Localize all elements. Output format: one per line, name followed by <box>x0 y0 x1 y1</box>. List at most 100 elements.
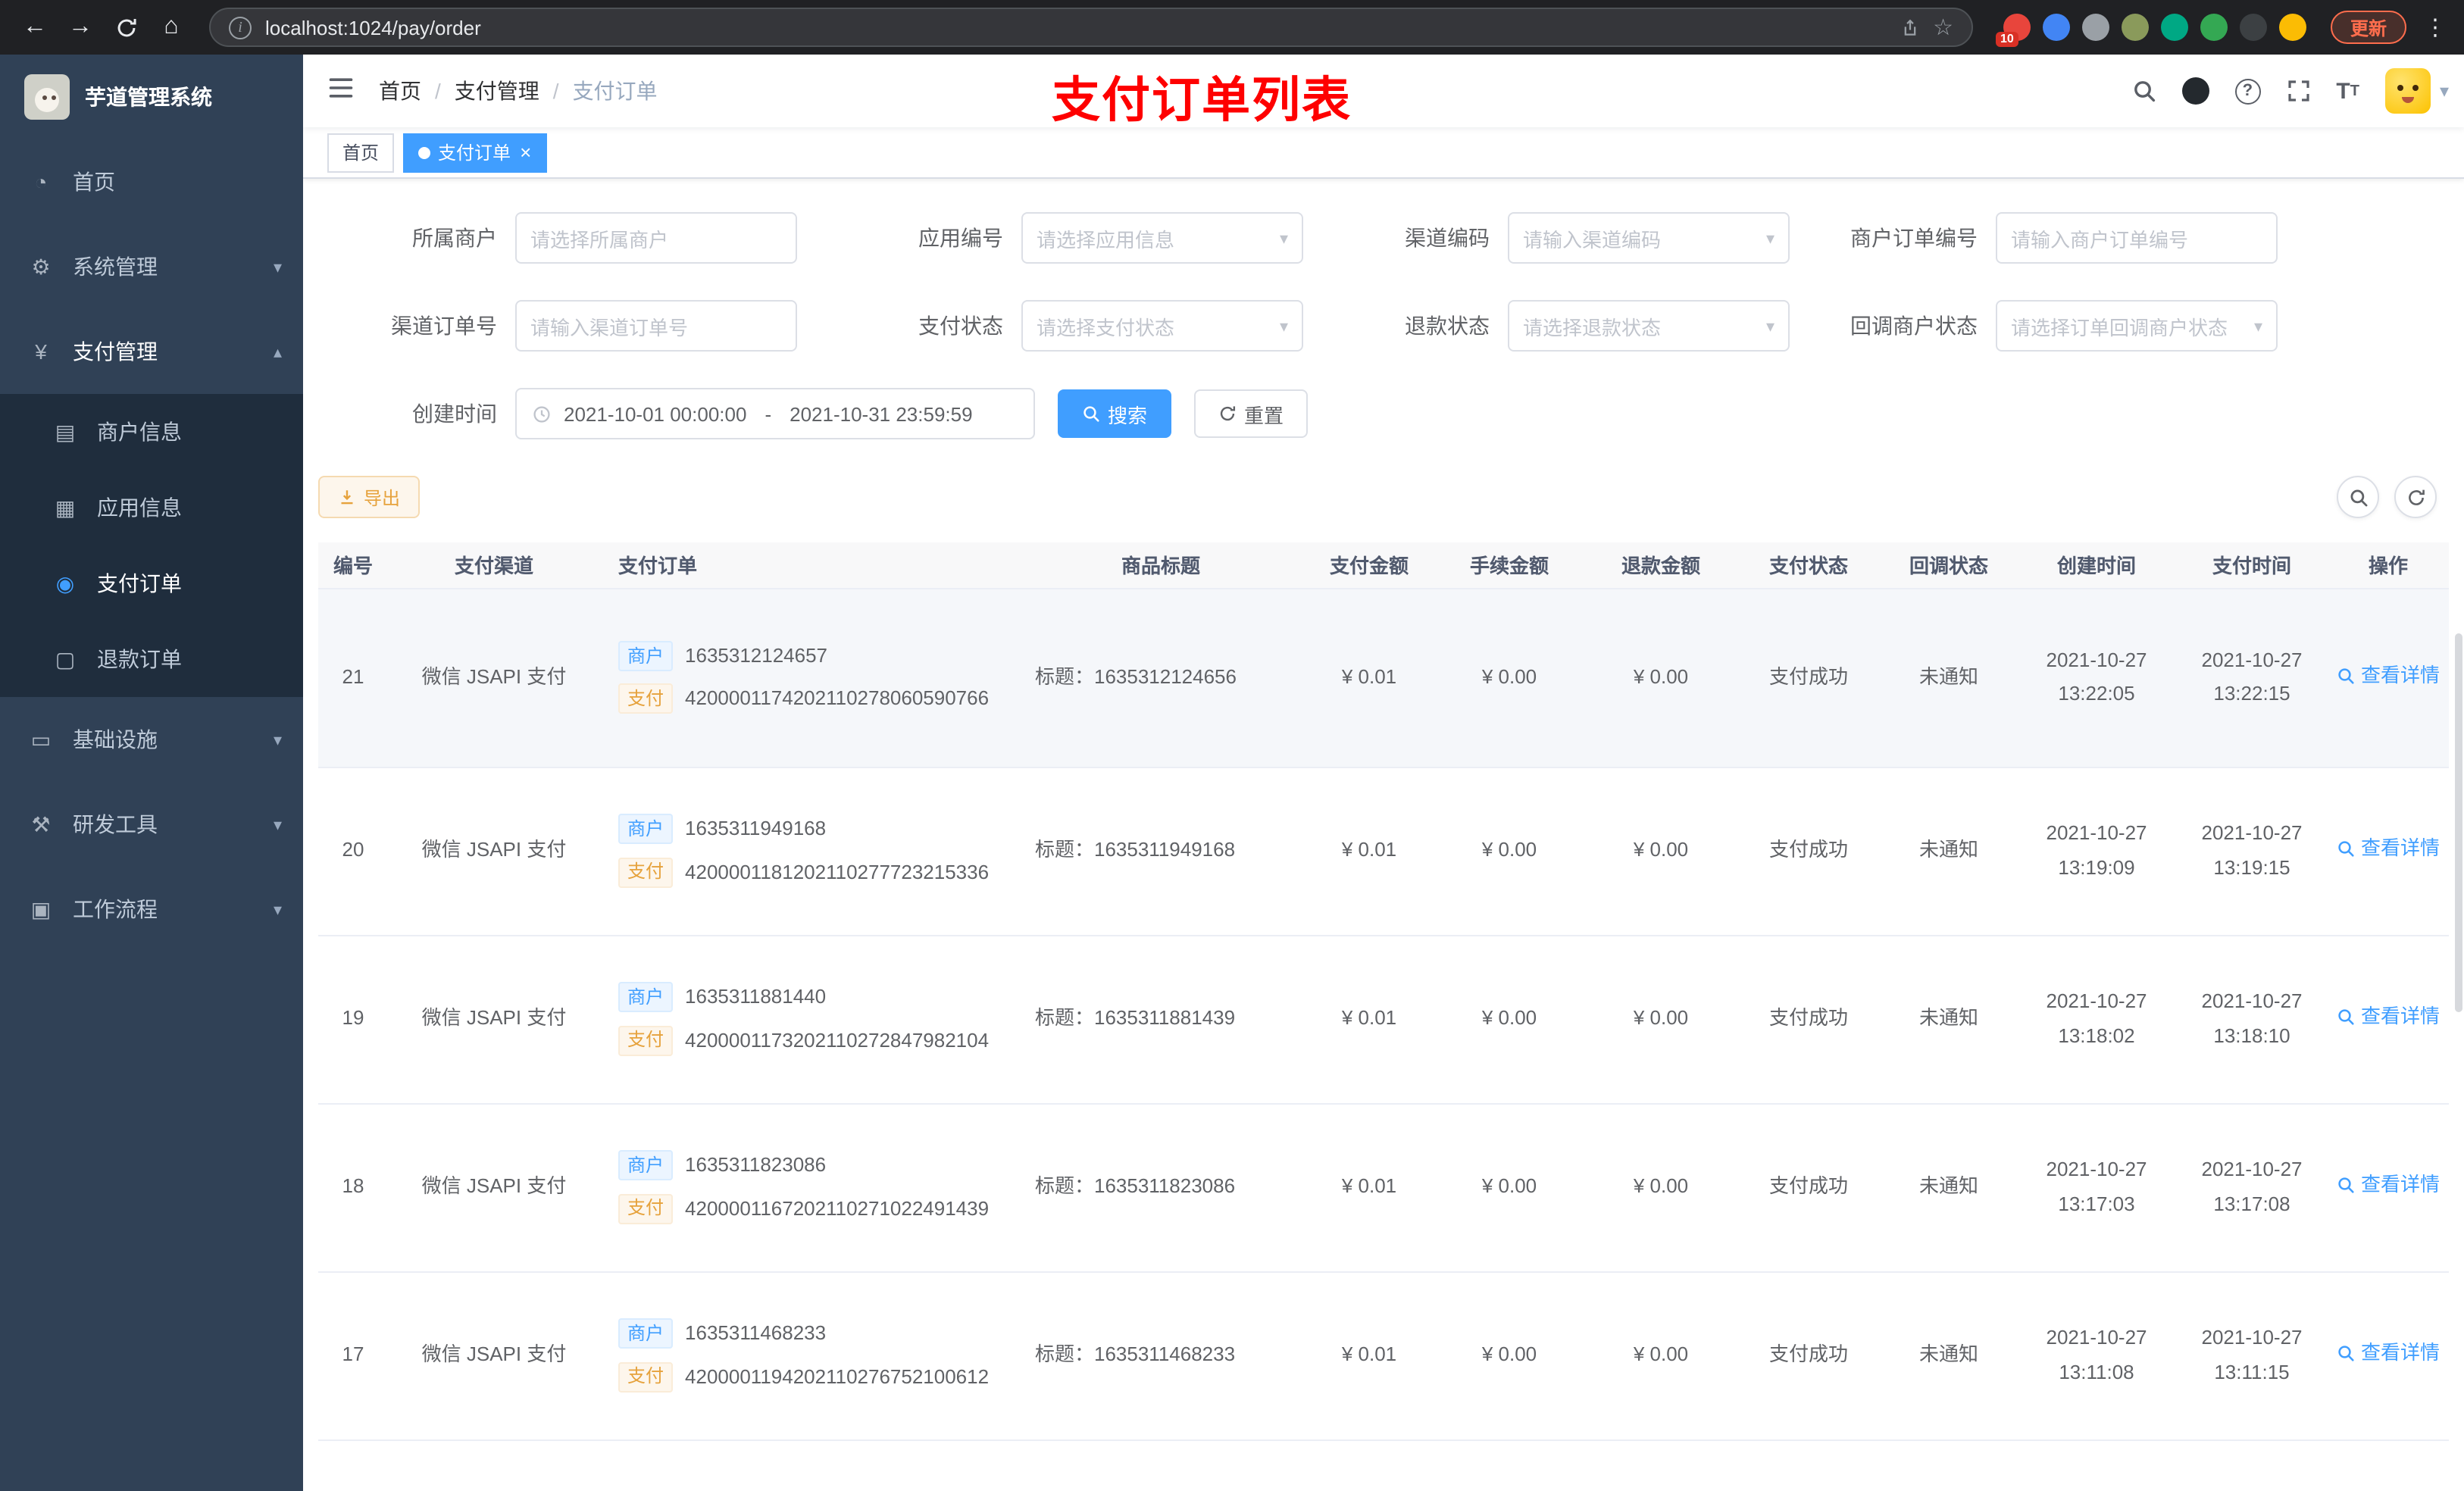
document-icon: ▢ <box>55 646 76 670</box>
extension-green-icon[interactable] <box>2200 14 2228 41</box>
annotation-title: 支付订单列表 <box>1051 73 1352 127</box>
sidebar-item-system[interactable]: ⚙ 系统管理 ▾ <box>0 224 303 309</box>
browser-menu-icon[interactable]: ⋮ <box>2422 8 2449 47</box>
sidebar-item-merchant-info[interactable]: ▤ 商户信息 <box>0 394 303 470</box>
app-logo[interactable]: 芋道管理系统 <box>0 55 303 139</box>
refund-status-select[interactable]: 请选择退款状态 ▾ <box>1508 300 1790 352</box>
breadcrumb-item[interactable]: 首页 <box>379 76 421 106</box>
reset-icon <box>1218 405 1237 423</box>
github-icon[interactable] <box>2181 77 2209 105</box>
bookmark-star-icon[interactable]: ☆ <box>1933 14 1953 41</box>
view-detail-link[interactable]: 查看详情 <box>2337 833 2440 866</box>
order-row: 商户1635311157 <box>318 1439 2449 1491</box>
sidebar-item-devtools[interactable]: ⚒ 研发工具 ▾ <box>0 782 303 867</box>
gear-icon: ⚙ <box>31 254 51 278</box>
fullscreen-icon[interactable] <box>2286 79 2310 103</box>
pay-tag: 支付 <box>618 1193 674 1224</box>
browser-home-icon[interactable]: ⌂ <box>152 8 191 47</box>
sidebar-item-refund-order[interactable]: ▢ 退款订单 <box>0 621 303 697</box>
browser-refresh-icon[interactable] <box>106 8 145 47</box>
filter-field-merchant-order-no: 商户订单编号 请输入商户订单编号 <box>1790 212 2278 264</box>
sidebar-item-pay-order[interactable]: ◉ 支付订单 <box>0 545 303 621</box>
search-icon <box>1082 405 1100 423</box>
app-title: 芋道管理系统 <box>85 85 212 109</box>
font-size-icon[interactable]: TT <box>2336 78 2359 104</box>
header-actions: ? TT ▾ <box>2106 55 2449 127</box>
view-detail-link[interactable]: 查看详情 <box>2337 659 2440 692</box>
chevron-down-icon: ▾ <box>1279 230 1288 248</box>
sidebar-item-app-info[interactable]: ▦ 应用信息 <box>0 470 303 545</box>
site-info-icon[interactable]: i <box>229 16 252 39</box>
sidebar-item-home[interactable]: ◔ 首页 <box>0 139 303 224</box>
yen-icon: ¥ <box>35 339 47 364</box>
column-header: 回调状态 <box>1881 542 2017 589</box>
browser-update-button[interactable]: 更新 <box>2330 11 2406 44</box>
order-row: 21 微信 JSAPI 支付 商户 1635312124657 支付 4200001174… <box>318 588 2449 767</box>
extension-gray-icon[interactable] <box>2081 14 2109 41</box>
refresh-table-button[interactable] <box>2394 476 2437 518</box>
date-end-value: 2021-10-31 23:59:59 <box>790 402 973 425</box>
column-header: 支付渠道 <box>388 542 600 589</box>
toggle-search-button[interactable] <box>2337 476 2379 518</box>
submenu: ▤ 商户信息 ▦ 应用信息 ◉ 支付订单 ▢ 退款订单 <box>0 394 303 697</box>
tab-home[interactable]: 首页 <box>327 133 395 172</box>
extension-badge: 10 <box>1995 32 2018 47</box>
pay-status-select[interactable]: 请选择支付状态 ▾ <box>1021 300 1303 352</box>
extension-smiley-icon[interactable] <box>2278 14 2306 41</box>
pay-tag: 支付 <box>618 1025 674 1056</box>
help-icon[interactable]: ? <box>2234 78 2261 104</box>
extension-colorful-icon[interactable]: 10 <box>1995 14 2031 47</box>
date-range-input[interactable]: 2021-10-01 00:00:00 - 2021-10-31 23:59:5… <box>515 388 1035 439</box>
user-avatar[interactable] <box>2384 68 2431 114</box>
pay-tag: 支付 <box>618 857 674 888</box>
view-detail-link[interactable]: 查看详情 <box>2337 1337 2440 1371</box>
main-content: 首页 / 支付管理 / 支付订单 支付订单列表 ? TT ▾ 首页 支付订单 ×… <box>303 55 2464 1491</box>
grid-icon: ▦ <box>55 495 76 519</box>
filter-form: 所属商户 请选择所属商户 应用编号 请选择应用信息 ▾ 渠道编码 请输入渠道编码 ▾ 商户订单编… <box>303 179 2464 439</box>
sidebar-item-pay[interactable]: ¥ 支付管理 ▴ <box>0 309 303 394</box>
topbar: 首页 / 支付管理 / 支付订单 支付订单列表 ? TT ▾ <box>303 55 2464 127</box>
browser-back-icon[interactable]: ← <box>15 8 55 47</box>
view-detail-link[interactable]: 查看详情 <box>2337 1169 2440 1202</box>
monitor-icon: ▭ <box>30 727 52 751</box>
app-no-select[interactable]: 请选择应用信息 ▾ <box>1021 212 1303 264</box>
clock-icon <box>532 404 552 424</box>
filter-field-refund-status: 退款状态 请选择退款状态 ▾ <box>1303 300 1790 352</box>
chevron-down-icon: ▾ <box>1765 317 1775 336</box>
column-header: 支付状态 <box>1737 542 1881 589</box>
sidebar-item-infra[interactable]: ▭ 基础设施 ▾ <box>0 697 303 782</box>
address-bar[interactable]: i localhost:1024/pay/order ☆ <box>209 8 1973 47</box>
magnifier-icon <box>2337 840 2355 858</box>
browser-toolbar: ← → ⌂ i localhost:1024/pay/order ☆ 10 更新… <box>0 0 2464 55</box>
view-detail-link[interactable]: 查看详情 <box>2337 1001 2440 1034</box>
merchant-order-no-input[interactable]: 请输入商户订单编号 <box>1996 212 2278 264</box>
channel-order-no-input[interactable]: 请输入渠道订单号 <box>515 300 797 352</box>
export-button[interactable]: 导出 <box>318 476 421 518</box>
tab-pay-order[interactable]: 支付订单 × <box>403 133 547 172</box>
column-header: 手续金额 <box>1434 542 1585 589</box>
breadcrumb-item[interactable]: 支付管理 <box>455 76 539 106</box>
channel-code-select[interactable]: 请输入渠道编码 ▾ <box>1508 212 1790 264</box>
share-icon[interactable] <box>1900 17 1919 37</box>
extension-dark-icon[interactable] <box>2239 14 2267 41</box>
extension-olive-icon[interactable] <box>2121 14 2149 41</box>
pay-tag: 支付 <box>618 1361 674 1393</box>
search-button[interactable]: 搜索 <box>1058 389 1172 438</box>
reset-button[interactable]: 重置 <box>1194 389 1309 438</box>
close-tab-icon[interactable]: × <box>520 142 531 162</box>
column-header: 商品标题 <box>1017 542 1305 589</box>
order-row: 20 微信 JSAPI 支付 商户 1635311949168 支付 4200001181… <box>318 767 2449 936</box>
header-search-icon[interactable] <box>2131 79 2156 103</box>
scrollbar[interactable] <box>2452 179 2464 1491</box>
callback-status-select[interactable]: 请选择订单回调商户状态 ▾ <box>1996 300 2278 352</box>
merchant-input[interactable]: 请选择所属商户 <box>515 212 797 264</box>
merchant-tag: 商户 <box>618 1318 674 1349</box>
order-row: 17 微信 JSAPI 支付 商户 1635311468233 支付 4200001194… <box>318 1271 2449 1440</box>
extension-teal-icon[interactable] <box>2160 14 2188 41</box>
user-menu-caret-icon[interactable]: ▾ <box>2440 80 2449 102</box>
hamburger-icon[interactable] <box>327 73 355 108</box>
browser-forward-icon[interactable]: → <box>61 8 100 47</box>
extension-drop-icon[interactable] <box>2042 14 2070 41</box>
sidebar-item-workflow[interactable]: ▣ 工作流程 ▾ <box>0 867 303 952</box>
scrollbar-thumb[interactable] <box>2455 633 2462 1012</box>
